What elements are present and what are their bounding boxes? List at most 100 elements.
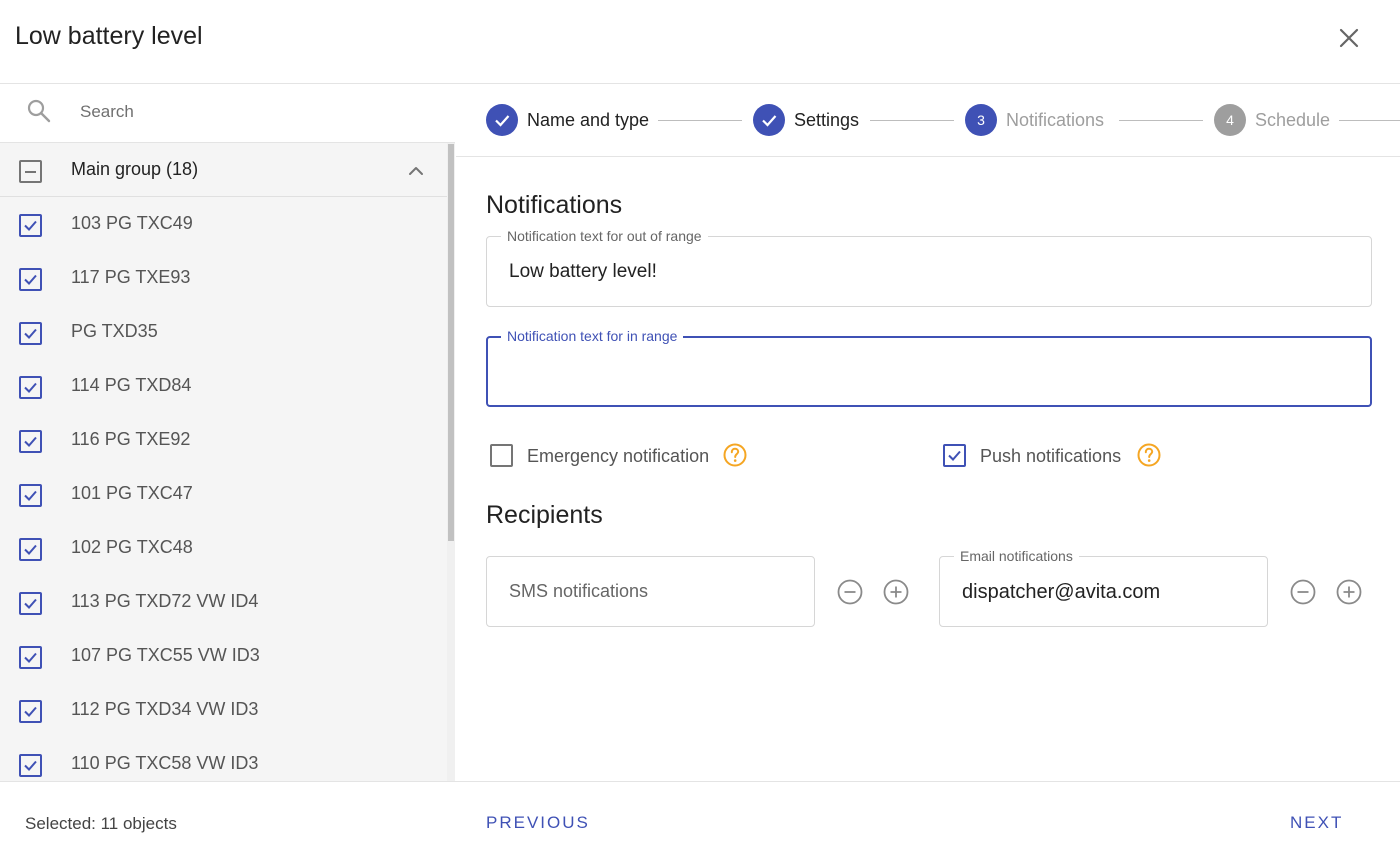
item-checkbox[interactable] [19,592,42,615]
close-icon[interactable] [1333,22,1365,54]
dialog-title: Low battery level [15,22,203,50]
step-label-name-type: Name and type [527,110,650,130]
step-1-done[interactable] [486,104,518,136]
list-item[interactable]: 113 PG TXD72 VW ID4 [0,575,447,629]
field-placeholder: SMS notifications [509,581,649,601]
object-panel: Main group (18) 103 PG TXC49 117 PG TXE9… [0,84,455,781]
close-button[interactable] [1333,22,1365,54]
item-label: 116 PG TXE92 [71,429,191,449]
item-label: 117 PG TXE93 [71,267,191,287]
list-item[interactable]: 110 PG TXC58 VW ID3 [0,737,447,781]
notifications-title: Notifications [486,191,623,219]
item-checkbox[interactable] [19,700,42,723]
help-icon[interactable] [1136,442,1162,468]
item-checkbox[interactable] [19,484,42,507]
remove-email-button[interactable] [1289,578,1317,606]
item-checkbox[interactable] [19,376,42,399]
list-item[interactable]: 112 PG TXD34 VW ID3 [0,683,447,737]
list-item[interactable]: 107 PG TXC55 VW ID3 [0,629,447,683]
dialog-header: Low battery level [0,0,1400,84]
item-label: 114 PG TXD84 [71,375,192,395]
field-value: Low battery level! [509,261,657,282]
emergency-checkbox[interactable] [490,444,513,467]
next-button[interactable]: NEXT [1290,813,1343,833]
item-checkbox[interactable] [19,646,42,669]
list-item[interactable]: 103 PG TXC49 [0,197,447,251]
list-item[interactable]: 116 PG TXE92 [0,413,447,467]
help-icon[interactable] [722,442,748,468]
step-2-done[interactable] [753,104,785,136]
step-connector [1119,120,1203,121]
stepper: Name and type Settings 3 Notifications 4… [456,84,1400,157]
out-of-range-field[interactable]: Notification text for out of range Low b… [486,228,1372,307]
item-checkbox[interactable] [19,268,42,291]
field-label: Email notifications [954,548,1079,564]
field-label: Notification text for out of range [501,228,708,244]
item-label: 107 PG TXC55 VW ID3 [71,645,260,665]
check-icon [24,544,37,555]
sms-field[interactable]: SMS notifications [486,556,815,627]
item-checkbox[interactable] [19,538,42,561]
search-icon [27,99,51,123]
step-connector [658,120,742,121]
check-icon [948,450,961,461]
previous-button[interactable]: PREVIOUS [486,813,590,833]
check-icon [24,706,37,717]
item-checkbox[interactable] [19,322,42,345]
item-checkbox[interactable] [19,754,42,777]
check-icon [24,274,37,285]
field-label: Notification text for in range [501,328,684,344]
check-icon [24,598,37,609]
item-label: 102 PG TXC48 [71,537,193,557]
check-icon [24,652,37,663]
step-3-active[interactable]: 3 [965,104,997,136]
step-4-pending[interactable]: 4 [1214,104,1246,136]
scrollbar-thumb[interactable] [448,144,454,541]
item-label: 110 PG TXC58 VW ID3 [71,753,259,773]
emergency-label: Emergency notification [527,446,710,466]
item-label: PG TXD35 [71,321,158,341]
recipients-title: Recipients [486,501,603,529]
check-icon [495,115,510,127]
email-field[interactable]: Email notifications dispatcher@avita.com [939,548,1268,627]
push-checkbox[interactable] [943,444,966,467]
search-input[interactable] [72,96,432,128]
step-label-schedule: Schedule [1255,110,1331,130]
list-item[interactable]: 102 PG TXC48 [0,521,447,575]
check-icon [24,220,37,231]
check-icon [24,436,37,447]
list-item[interactable]: PG TXD35 [0,305,447,359]
chevron-up-icon[interactable] [404,159,428,183]
item-label: 112 PG TXD34 VW ID3 [71,699,259,719]
item-label: 103 PG TXC49 [71,213,193,233]
check-icon [24,328,37,339]
list-item[interactable]: 114 PG TXD84 [0,359,447,413]
check-icon [24,490,37,501]
add-email-button[interactable] [1335,578,1363,606]
group-row[interactable]: Main group (18) [0,143,447,197]
step-connector [870,120,954,121]
push-label: Push notifications [980,446,1122,466]
group-checkbox[interactable] [19,160,42,183]
item-checkbox[interactable] [19,214,42,237]
step-label-notifications: Notifications [1006,110,1105,130]
list-item[interactable]: 101 PG TXC47 [0,467,447,521]
check-icon [24,760,37,771]
list-item[interactable]: 117 PG TXE93 [0,251,447,305]
field-value: dispatcher@avita.com [962,581,1161,603]
check-icon [24,382,37,393]
remove-sms-button[interactable] [836,578,864,606]
item-label: 113 PG TXD72 VW ID4 [71,591,259,611]
search-bar [0,84,455,143]
step-label-settings: Settings [794,110,860,130]
check-icon [762,115,777,127]
object-list: Main group (18) 103 PG TXC49 117 PG TXE9… [0,143,447,781]
step-connector [1339,120,1400,121]
item-checkbox[interactable] [19,430,42,453]
selected-count: Selected: 11 objects [25,814,177,833]
group-label: Main group (18) [71,159,199,179]
in-range-field[interactable]: Notification text for in range [486,328,1372,407]
dialog-footer: Selected: 11 objects PREVIOUS NEXT [0,781,1400,860]
item-label: 101 PG TXC47 [71,483,193,503]
add-sms-button[interactable] [882,578,910,606]
